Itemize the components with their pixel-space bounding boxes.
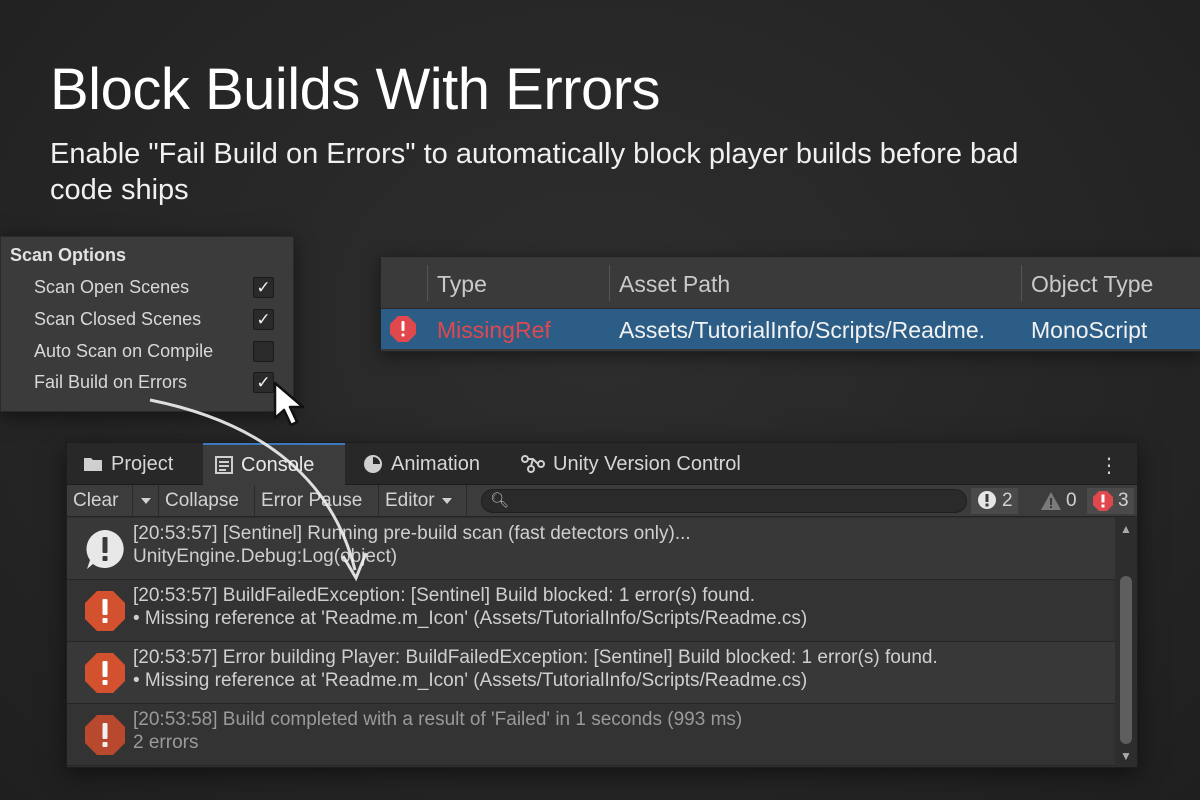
folder-icon	[84, 458, 102, 471]
console-search-input[interactable]: 🔍︎	[481, 489, 967, 513]
log-entry[interactable]: [20:53:57] [Sentinel] Running pre-build …	[67, 518, 1117, 580]
warning-triangle-icon	[1041, 492, 1061, 510]
auto-scan-compile-row[interactable]: Auto Scan on Compile	[34, 337, 274, 365]
tab-unity-version-control[interactable]: Unity Version Control	[509, 443, 753, 485]
log-line-1: [20:53:58] Build completed with a result…	[133, 709, 743, 730]
editor-dropdown[interactable]: Editor	[379, 485, 467, 517]
fail-build-on-errors-checkbox[interactable]: ✓	[253, 371, 274, 393]
fail-build-on-errors-row[interactable]: Fail Build on Errors ✓	[34, 368, 274, 396]
tab-animation-label: Animation	[391, 452, 480, 475]
log-message: [20:53:57] Error building Player: BuildF…	[133, 646, 938, 692]
scroll-up-arrow-icon[interactable]: ▲	[1120, 522, 1132, 536]
log-line-2: 2 errors	[133, 732, 199, 753]
log-entry[interactable]: [20:53:58] Build completed with a result…	[67, 704, 1117, 766]
fail-build-on-errors-label: Fail Build on Errors	[34, 371, 188, 392]
issues-table: Type Asset Path Object Type MissingRef A…	[380, 256, 1200, 352]
log-message: [20:53:57] BuildFailedException: [Sentin…	[133, 584, 807, 630]
scroll-down-arrow-icon[interactable]: ▼	[1120, 749, 1132, 763]
scan-open-scenes-checkbox[interactable]: ✓	[253, 276, 274, 298]
scan-open-scenes-row[interactable]: Scan Open Scenes ✓	[34, 273, 274, 301]
chevron-down-icon	[140, 498, 151, 504]
issue-asset-path-cell: Assets/TutorialInfo/Scripts/Readme.	[619, 317, 986, 343]
warning-count: 0	[1066, 490, 1077, 511]
error-pause-button[interactable]: Error Pause	[255, 485, 379, 517]
animation-clock-icon	[364, 455, 382, 473]
chevron-down-icon	[441, 498, 452, 504]
console-log-list: [20:53:57] [Sentinel] Running pre-build …	[67, 518, 1117, 767]
tab-animation[interactable]: Animation	[351, 443, 492, 485]
console-toolbar: Clear Collapse Error Pause Editor 🔍︎ 2 0…	[67, 485, 1137, 517]
issues-table-header: Type Asset Path Object Type	[381, 257, 1200, 309]
table-row[interactable]: MissingRef Assets/TutorialInfo/Scripts/R…	[381, 309, 1200, 349]
console-window: Project Console Animation Unity Version …	[66, 442, 1138, 768]
scan-closed-scenes-row[interactable]: Scan Closed Scenes ✓	[34, 305, 274, 333]
info-speech-icon	[86, 530, 124, 569]
issue-type-cell: MissingRef	[437, 317, 551, 343]
info-count: 2	[1002, 490, 1013, 511]
version-control-icon	[521, 455, 545, 473]
log-line-2: • Missing reference at 'Readme.m_Icon' (…	[133, 670, 808, 691]
info-count-toggle[interactable]: 2	[971, 488, 1018, 514]
log-entry[interactable]: [20:53:57] Error building Player: BuildF…	[67, 642, 1117, 704]
mouse-pointer-icon	[273, 381, 305, 427]
scan-options-panel: Scan Options Scan Open Scenes ✓ Scan Clo…	[0, 236, 294, 412]
search-icon: 🔍︎	[490, 492, 510, 509]
page-subheadline: Enable "Fail Build on Errors" to automat…	[50, 138, 1019, 206]
column-header-type[interactable]: Type	[437, 271, 487, 298]
column-divider[interactable]	[427, 265, 428, 301]
clear-button[interactable]: Clear	[67, 485, 133, 517]
error-octagon-icon	[85, 653, 125, 693]
auto-scan-compile-checkbox[interactable]	[253, 340, 274, 362]
editor-dropdown-label: Editor	[385, 490, 435, 511]
log-message: [20:53:58] Build completed with a result…	[133, 708, 742, 754]
scan-options-title: Scan Options	[10, 245, 127, 265]
collapse-button[interactable]: Collapse	[159, 485, 255, 517]
scrollbar-thumb[interactable]	[1120, 576, 1132, 744]
log-line-1: [20:53:57] BuildFailedException: [Sentin…	[133, 585, 756, 606]
issue-object-type-cell: MonoScript	[1031, 317, 1148, 343]
log-message: [20:53:57] [Sentinel] Running pre-build …	[133, 522, 691, 568]
log-line-2: UnityEngine.Debug:Log(object)	[133, 546, 398, 567]
column-header-asset-path[interactable]: Asset Path	[619, 271, 730, 298]
console-icon	[215, 456, 233, 474]
scan-closed-scenes-checkbox[interactable]: ✓	[253, 308, 274, 330]
log-line-1: [20:53:57] [Sentinel] Running pre-build …	[133, 523, 691, 544]
page-headline: Block Builds With Errors	[50, 57, 661, 122]
error-octagon-icon	[390, 316, 416, 342]
log-entry[interactable]: [20:53:57] BuildFailedException: [Sentin…	[67, 580, 1117, 642]
column-header-object-type[interactable]: Object Type	[1031, 271, 1153, 298]
more-options-icon[interactable]: ⋮	[1099, 453, 1119, 478]
warning-count-toggle[interactable]: 0	[1035, 488, 1082, 514]
console-scrollbar[interactable]: ▲ ▼	[1115, 518, 1137, 767]
log-line-1: [20:53:57] Error building Player: BuildF…	[133, 647, 938, 668]
tab-project[interactable]: Project	[71, 443, 185, 485]
error-count-toggle[interactable]: 3	[1087, 488, 1134, 514]
error-count: 3	[1118, 490, 1129, 511]
scan-open-scenes-label: Scan Open Scenes	[34, 276, 190, 297]
tab-uvc-label: Unity Version Control	[553, 452, 741, 475]
tab-project-label: Project	[111, 452, 174, 475]
error-octagon-icon	[85, 591, 125, 631]
column-divider[interactable]	[1021, 265, 1022, 301]
clear-options-dropdown[interactable]	[133, 485, 159, 517]
info-speech-icon	[978, 491, 996, 509]
tab-console-label: Console	[241, 453, 315, 476]
error-octagon-icon	[1093, 491, 1113, 511]
error-octagon-icon	[85, 715, 125, 755]
tab-console[interactable]: Console	[203, 443, 345, 485]
scan-closed-scenes-label: Scan Closed Scenes	[34, 308, 202, 329]
log-line-2: • Missing reference at 'Readme.m_Icon' (…	[133, 608, 808, 629]
console-tab-bar: Project Console Animation Unity Version …	[67, 443, 1137, 485]
auto-scan-compile-label: Auto Scan on Compile	[34, 340, 214, 361]
column-divider[interactable]	[609, 265, 610, 301]
